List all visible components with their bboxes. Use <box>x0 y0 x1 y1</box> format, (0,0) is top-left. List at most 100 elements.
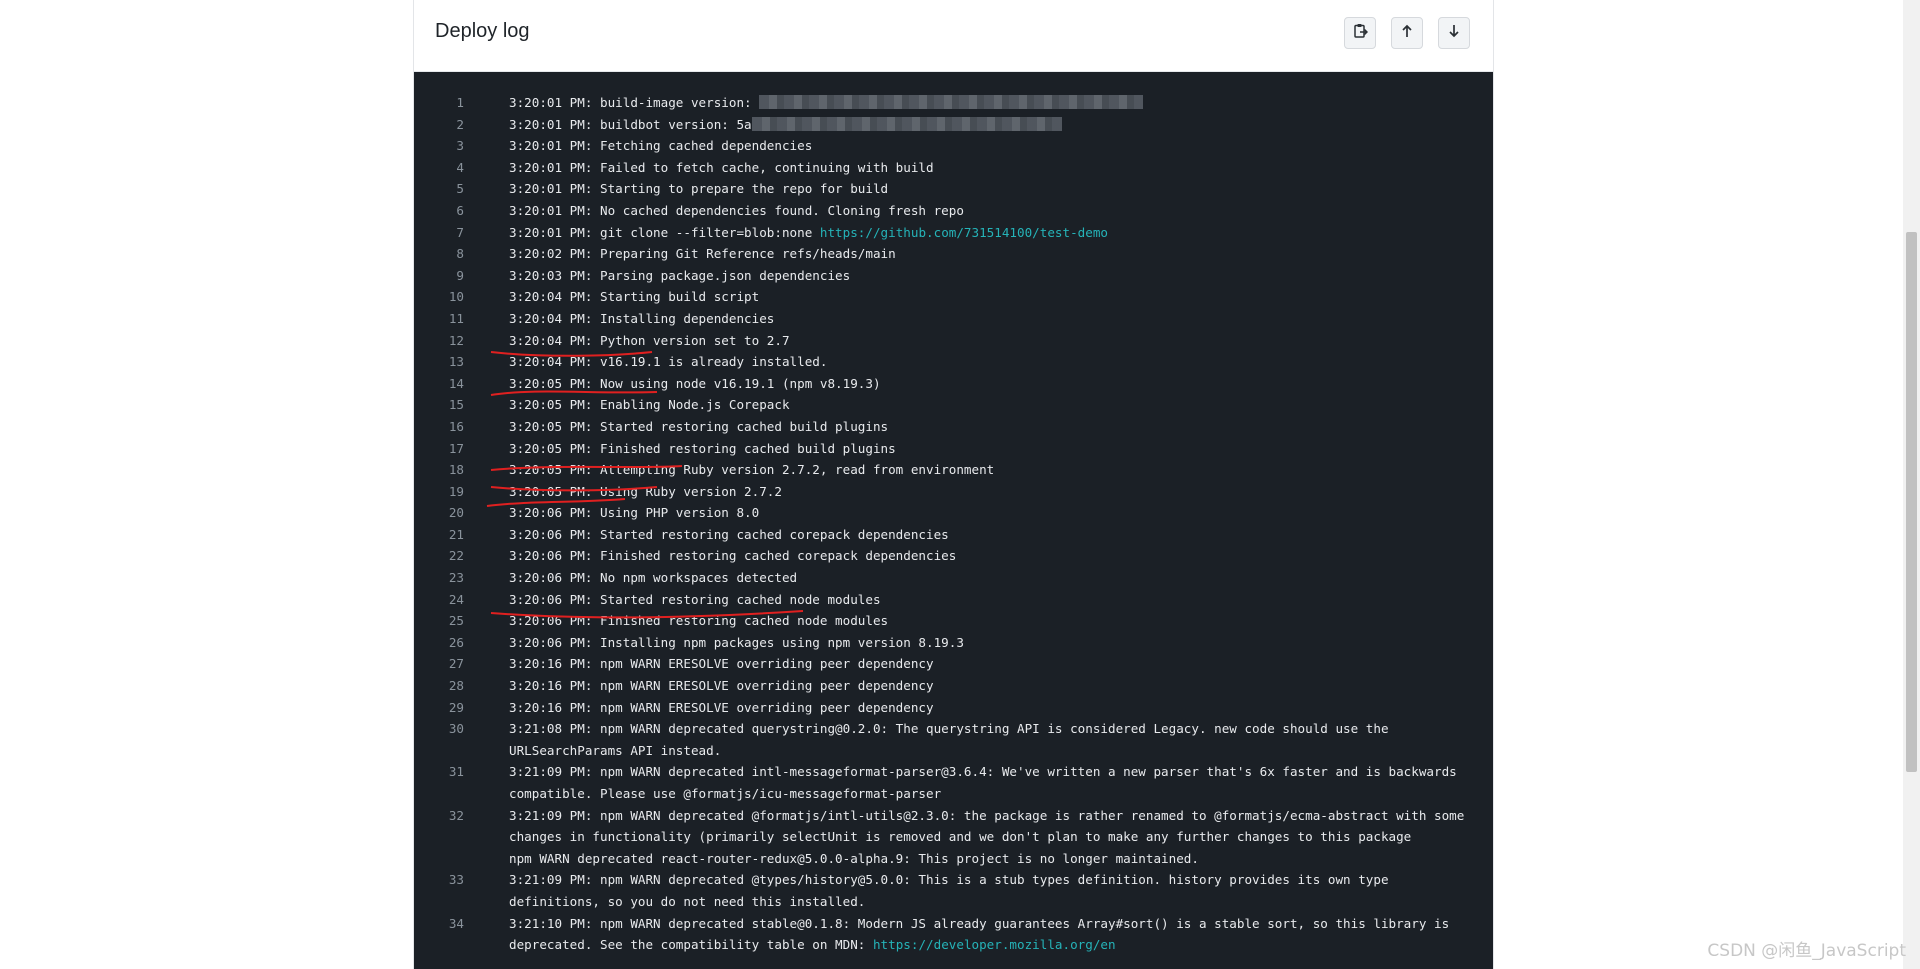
line-number: 15 <box>448 397 464 413</box>
log-message: 3:20:04 PM: v16.19.1 is already installe… <box>509 354 828 370</box>
log-line: 1 3:20:01 PM: build-image version: <box>414 92 1493 114</box>
log-line: 17 3:20:05 PM: Finished restoring cached … <box>414 438 1493 460</box>
line-number: 17 <box>448 440 464 456</box>
log-line-text: 3:20:16 PM: npm WARN ERESOLVE overriding… <box>509 675 1484 697</box>
log-line-text: 3:20:16 PM: npm WARN ERESOLVE overriding… <box>509 653 1484 675</box>
log-line-text: 3:21:09 PM: npm WARN deprecated @formatj… <box>509 805 1484 870</box>
log-message: 3:20:03 PM: Parsing package.json depende… <box>509 267 851 283</box>
line-number: 14 <box>448 375 464 391</box>
log-line: 23 3:20:06 PM: No npm workspaces detected <box>414 567 1493 589</box>
log-message: 3:20:06 PM: Installing npm packages usin… <box>509 634 964 650</box>
line-number: 21 <box>448 526 464 542</box>
log-message: 3:20:01 PM: Fetching cached dependencies <box>509 138 813 154</box>
line-number: 18 <box>448 462 464 478</box>
log-message: 3:20:06 PM: Started restoring cached cor… <box>509 526 949 542</box>
log-line-text: 3:20:05 PM: Using Ruby version 2.7.2 <box>509 481 1484 503</box>
log-line: 34 3:21:10 PM: npm WARN deprecated stable… <box>414 913 1493 956</box>
log-line: 21 3:20:06 PM: Started restoring cached c… <box>414 524 1493 546</box>
panel-header: Deploy log <box>414 0 1493 72</box>
log-line: 4 3:20:01 PM: Failed to fetch cache, cont… <box>414 157 1493 179</box>
log-line-text: 3:20:01 PM: buildbot version: 5a <box>509 114 1484 136</box>
log-line: 13 3:20:04 PM: v16.19.1 is already instal… <box>414 351 1493 373</box>
log-line-text: 3:20:04 PM: Python version set to 2.7 <box>509 330 1484 352</box>
line-number: 28 <box>448 678 464 694</box>
log-line: 5 3:20:01 PM: Starting to prepare the rep… <box>414 178 1493 200</box>
log-line: 30 3:21:08 PM: npm WARN deprecated querys… <box>414 718 1493 761</box>
line-number: 31 <box>448 764 464 780</box>
log-link[interactable]: https://developer.mozilla.org/en <box>873 937 1116 952</box>
log-message: 3:20:01 PM: build-image version: <box>509 95 760 110</box>
line-number: 25 <box>448 613 464 629</box>
line-number: 22 <box>448 548 464 564</box>
line-number: 2 <box>456 116 464 132</box>
line-number: 30 <box>448 721 464 737</box>
log-line-text: 3:20:02 PM: Preparing Git Reference refs… <box>509 243 1484 265</box>
log-message: 3:20:05 PM: Attempting Ruby version 2.7.… <box>509 462 995 478</box>
line-number: 20 <box>448 505 464 521</box>
log-line-text: 3:20:05 PM: Started restoring cached bui… <box>509 416 1484 438</box>
log-message: 3:20:06 PM: Finished restoring cached no… <box>509 613 889 629</box>
log-message: 3:21:09 PM: npm WARN deprecated @types/h… <box>509 872 1397 909</box>
log-line: 9 3:20:03 PM: Parsing package.json depend… <box>414 265 1493 287</box>
scroll-to-bottom-button[interactable] <box>1438 17 1470 49</box>
log-output[interactable]: 1 3:20:01 PM: build-image version: 2 3:20:… <box>414 72 1493 969</box>
log-line-text: 3:20:05 PM: Enabling Node.js Corepack <box>509 394 1484 416</box>
log-message: 3:20:05 PM: Enabling Node.js Corepack <box>509 397 790 413</box>
log-line: 6 3:20:01 PM: No cached dependencies foun… <box>414 200 1493 222</box>
log-message: 3:20:16 PM: npm WARN ERESOLVE overriding… <box>509 699 934 715</box>
log-message: 3:20:02 PM: Preparing Git Reference refs… <box>509 246 896 262</box>
line-number: 26 <box>448 634 464 650</box>
page-scrollbar[interactable] <box>1903 0 1920 969</box>
log-message: 3:20:04 PM: Starting build script <box>509 289 760 305</box>
log-line-text: 3:20:01 PM: git clone --filter=blob:none… <box>509 222 1484 244</box>
line-number: 27 <box>448 656 464 672</box>
log-lines: 1 3:20:01 PM: build-image version: 2 3:20:… <box>414 92 1493 956</box>
log-line-text: 3:20:06 PM: No npm workspaces detected <box>509 567 1484 589</box>
log-line: 11 3:20:04 PM: Installing dependencies <box>414 308 1493 330</box>
log-line: 14 3:20:05 PM: Now using node v16.19.1 (n… <box>414 373 1493 395</box>
log-message: 3:20:01 PM: Starting to prepare the repo… <box>509 181 889 197</box>
log-line-text: 3:21:09 PM: npm WARN deprecated @types/h… <box>509 869 1484 912</box>
log-message: 3:20:04 PM: Python version set to 2.7 <box>509 332 790 348</box>
log-line: 32 3:21:09 PM: npm WARN deprecated @forma… <box>414 805 1493 870</box>
log-message: 3:20:16 PM: npm WARN ERESOLVE overriding… <box>509 656 934 672</box>
copy-log-button[interactable] <box>1344 17 1376 49</box>
log-message: 3:20:05 PM: Started restoring cached bui… <box>509 418 889 434</box>
line-number: 8 <box>456 246 464 262</box>
log-line-text: 3:20:04 PM: Installing dependencies <box>509 308 1484 330</box>
log-line: 22 3:20:06 PM: Finished restoring cached … <box>414 545 1493 567</box>
watermark: CSDN @闲鱼_JavaScript <box>1707 941 1906 961</box>
log-message: 3:20:05 PM: Using Ruby version 2.7.2 <box>509 483 782 499</box>
line-number: 23 <box>448 570 464 586</box>
log-line: 3 3:20:01 PM: Fetching cached dependencie… <box>414 135 1493 157</box>
log-line: 7 3:20:01 PM: git clone --filter=blob:non… <box>414 222 1493 244</box>
log-message: 3:20:06 PM: Started restoring cached nod… <box>509 591 881 607</box>
scroll-to-top-button[interactable] <box>1391 17 1423 49</box>
log-message: 3:21:09 PM: npm WARN deprecated intl-mes… <box>509 764 1465 801</box>
log-message: 3:20:05 PM: Finished restoring cached bu… <box>509 440 896 456</box>
scrollbar-thumb[interactable] <box>1906 232 1917 772</box>
log-message: 3:20:01 PM: No cached dependencies found… <box>509 202 964 218</box>
log-line: 26 3:20:06 PM: Installing npm packages us… <box>414 632 1493 654</box>
redacted-block <box>759 95 1144 109</box>
line-number: 5 <box>456 181 464 197</box>
log-line: 20 3:20:06 PM: Using PHP version 8.0 <box>414 502 1493 524</box>
log-line: 2 3:20:01 PM: buildbot version: 5a <box>414 114 1493 136</box>
log-message: 3:21:08 PM: npm WARN deprecated querystr… <box>509 721 1397 758</box>
line-number: 3 <box>456 138 464 154</box>
line-number: 29 <box>448 699 464 715</box>
log-link[interactable]: https://github.com/731514100/test-demo <box>820 225 1108 240</box>
log-line-text: 3:20:01 PM: Fetching cached dependencies <box>509 135 1484 157</box>
line-number: 24 <box>448 591 464 607</box>
line-number: 16 <box>448 418 464 434</box>
log-line-text: 3:20:16 PM: npm WARN ERESOLVE overriding… <box>509 697 1484 719</box>
log-line: 27 3:20:16 PM: npm WARN ERESOLVE overridi… <box>414 653 1493 675</box>
line-number: 9 <box>456 267 464 283</box>
line-number: 32 <box>448 807 464 823</box>
log-message: 3:21:09 PM: npm WARN deprecated @formatj… <box>509 807 1465 866</box>
line-number: 7 <box>456 224 464 240</box>
line-number: 13 <box>448 354 464 370</box>
line-number: 11 <box>448 310 464 326</box>
log-message: 3:20:01 PM: buildbot version: 5a <box>509 116 752 132</box>
log-line: 15 3:20:05 PM: Enabling Node.js Corepack <box>414 394 1493 416</box>
